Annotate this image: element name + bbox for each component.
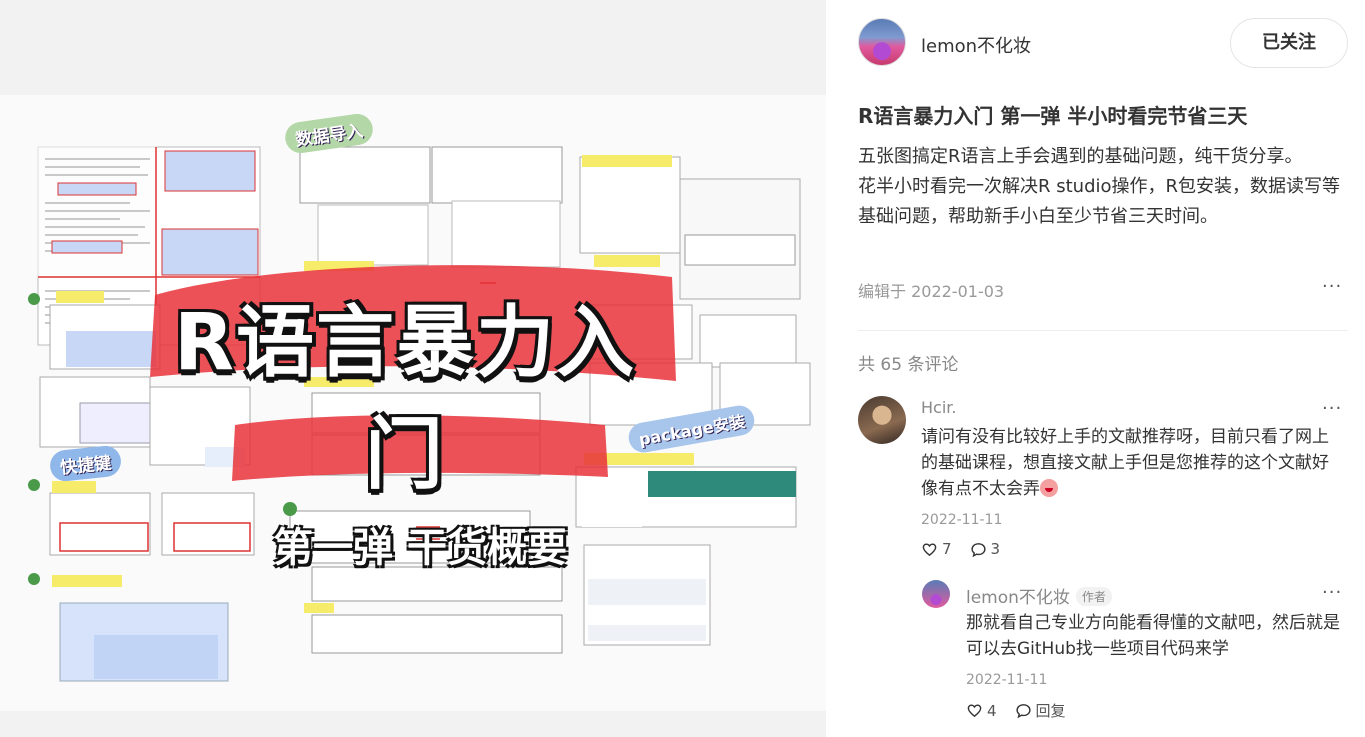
comment-date: 2022-11-11: [921, 512, 1003, 528]
heart-icon: [967, 704, 982, 718]
reply-button[interactable]: 3: [970, 540, 1001, 558]
note-more-button[interactable]: ···: [1322, 276, 1342, 297]
comment-text: 那就看自己专业方向能看得懂的文献吧，然后就是可以去GitHub找一些项目代码来学: [966, 613, 1340, 659]
poster-title: R语言暴力入门: [173, 298, 637, 500]
like-button[interactable]: 7: [921, 540, 952, 558]
like-count: 4: [987, 701, 997, 720]
reply-button[interactable]: 回复: [1015, 700, 1066, 721]
author-bar: lemon不化妆 已关注: [858, 18, 1348, 70]
reply-item: lemon不化妆 作者 ··· 那就看自己专业方向能看得懂的文献吧，然后就是可以去…: [922, 580, 1348, 730]
comment-text: 请问有没有比较好上手的文献推荐呀，目前只看了网上的基础课程，想直接文献上手但是您…: [921, 424, 1341, 502]
comment-actions: 4 回复: [966, 700, 1066, 721]
comment-actions: 7 3: [921, 540, 1000, 558]
poster-subtitle: 第一弹 干货概要: [273, 525, 567, 571]
like-count: 7: [942, 540, 952, 558]
note-description: 五张图搞定R语言上手会遇到的基础问题，纯干货分享。 花半小时看完一次解决R st…: [858, 142, 1348, 232]
like-button[interactable]: 4: [966, 700, 997, 721]
commenter-name-row: lemon不化妆 作者: [966, 583, 1112, 608]
comment-more-button[interactable]: ···: [1322, 582, 1342, 603]
heart-icon: [922, 542, 937, 556]
commenter-name[interactable]: Hcir.: [921, 398, 956, 417]
author-badge: 作者: [1075, 587, 1112, 606]
note-detail-panel: lemon不化妆 已关注 R语言暴力入门 第一弹 半小时看完节省三天 五张图搞定…: [826, 0, 1365, 737]
author-avatar[interactable]: [858, 18, 906, 66]
commenter-avatar[interactable]: [922, 580, 950, 608]
divider: [858, 330, 1348, 331]
note-desc-line-1: 五张图搞定R语言上手会遇到的基础问题，纯干货分享。: [858, 146, 1303, 167]
author-name[interactable]: lemon不化妆: [921, 32, 1031, 58]
note-desc-line-2: 花半小时看完一次解决R studio操作，R包安装，数据读写等基础问题，帮助新手…: [858, 176, 1341, 227]
commenter-name[interactable]: lemon不化妆: [966, 588, 1070, 608]
reply-count: 3: [990, 540, 1001, 558]
note-title: R语言暴力入门 第一弹 半小时看完节省三天: [858, 104, 1248, 128]
comment-bubble-icon: [1015, 704, 1031, 719]
comment-item: Hcir. ··· 请问有没有比较好上手的文献推荐呀，目前只看了网上的基础课程，…: [858, 396, 1348, 566]
edit-date: 编辑于 2022-01-03: [858, 282, 1005, 301]
page: R语言暴力入门 第一弹 干货概要 数据导入 快捷键 package安装 lemo…: [0, 0, 1365, 737]
follow-button[interactable]: 已关注: [1230, 18, 1348, 68]
comment-more-button[interactable]: ···: [1322, 398, 1342, 419]
comment-text-body: 请问有没有比较好上手的文献推荐呀，目前只看了网上的基础课程，想直接文献上手但是您…: [921, 427, 1329, 499]
reply-label: 回复: [1035, 702, 1066, 720]
note-image: R语言暴力入门 第一弹 干货概要: [0, 95, 826, 711]
comment-date: 2022-11-11: [966, 672, 1048, 688]
commenter-avatar[interactable]: [858, 396, 906, 444]
comment-bubble-icon: [970, 542, 986, 557]
comment-count: 共 65 条评论: [858, 355, 959, 375]
note-image-panel[interactable]: R语言暴力入门 第一弹 干货概要 数据导入 快捷键 package安装: [0, 0, 826, 737]
crying-face-icon: [1040, 479, 1058, 497]
